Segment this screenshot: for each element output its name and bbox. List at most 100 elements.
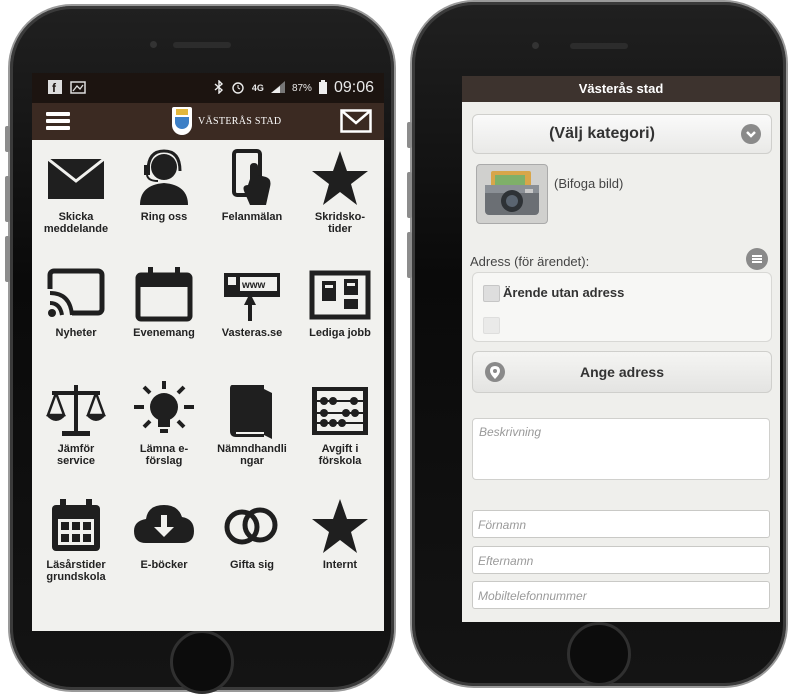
tile-label-line: E-böcker [140, 559, 188, 571]
category-select-value: (Välj kategori) [549, 125, 655, 142]
4g-icon: 4G [251, 83, 264, 93]
brand: VÄSTERÅS STAD [172, 107, 281, 135]
bluetooth-icon [214, 78, 224, 97]
tile-label-line: Lämna e- [139, 443, 189, 455]
tile-skridskotider[interactable]: Skridsko-tider [296, 149, 384, 269]
tile-internt[interactable]: Internt [296, 497, 384, 617]
tile-lasarstider-grundskola[interactable]: Läsårstider grundskola [32, 497, 120, 617]
left-phone: f 4G 87% 09:06 VÄSTERÅS STAD Skicka medd… [5, 6, 394, 694]
mobile-phone-field[interactable]: Mobiltelefonnummer [472, 581, 770, 609]
tile-label-line: tider [328, 223, 352, 235]
category-select[interactable]: (Välj kategori) [472, 114, 772, 154]
svg-text:www: www [241, 280, 266, 291]
mute-switch [407, 122, 412, 148]
tile-label-line: Internt [322, 559, 358, 571]
camera-icon [485, 171, 539, 215]
cast-icon [46, 268, 105, 319]
tile-label-line: Skicka [58, 211, 94, 223]
volume-down-button [5, 236, 10, 282]
cloud-download-icon [134, 505, 194, 543]
tile-label-line: Felanmälan [221, 211, 283, 223]
volume-down-button [407, 232, 412, 278]
tile-ring-oss[interactable]: Ring oss [120, 149, 208, 269]
alarm-icon [231, 80, 245, 97]
clock: 09:06 [333, 79, 374, 96]
menu-icon[interactable] [46, 112, 70, 130]
tile-felanmalan[interactable]: Felanmälan [208, 149, 296, 269]
volume-up-button [5, 176, 10, 222]
tile-lediga-jobb[interactable]: Lediga jobb [296, 265, 384, 385]
tile-lamna-e-forslag[interactable]: Lämna e-förslag [120, 381, 208, 501]
tile-evenemang[interactable]: Evenemang [120, 265, 208, 385]
job-board-icon [309, 270, 371, 320]
star-icon [312, 151, 368, 205]
last-name-field[interactable]: Efternamn [472, 546, 770, 574]
app-header: VÄSTERÅS STAD [32, 103, 384, 140]
tile-label-line: Skridsko- [314, 211, 366, 223]
attach-image-button[interactable] [476, 164, 548, 224]
no-address-checkbox[interactable] [483, 285, 500, 302]
description-textarea[interactable]: Beskrivning [472, 418, 770, 480]
set-address-label: Ange adress [579, 364, 665, 380]
tile-label-line: ngar [240, 455, 264, 467]
tile-skicka-meddelande[interactable]: Skicka meddelande [32, 149, 120, 269]
star-icon [312, 499, 368, 553]
tile-label-line: Gifta sig [229, 559, 274, 571]
tile-label-line: grundskola [46, 571, 106, 583]
address-label: Adress (för ärendet): [470, 254, 590, 269]
abacus-icon [312, 387, 368, 435]
page-title: Västerås stad [462, 76, 780, 102]
tile-label-line: Jämför [57, 443, 95, 455]
status-bar: f 4G 87% 09:06 [32, 73, 384, 103]
no-address-label: Ärende utan adress [503, 285, 625, 300]
front-camera [532, 42, 539, 49]
scales-icon [46, 385, 106, 436]
signal-icon [270, 80, 285, 96]
tile-e-bocker[interactable]: E-böcker [120, 497, 208, 617]
tile-nyheter[interactable]: Nyheter [32, 265, 120, 385]
battery-percent: 87% [291, 82, 312, 94]
tile-label-line: förskola [318, 455, 362, 467]
tile-label-line: Avgift i [321, 443, 359, 455]
tile-namndhandlingar[interactable]: Nämndhandli ngar [208, 381, 296, 501]
tile-label-line: förslag [145, 455, 183, 467]
tile-label-line: Lediga jobb [309, 327, 371, 339]
set-address-button[interactable]: Ange adress [472, 351, 772, 393]
lightbulb-icon [134, 381, 194, 433]
front-camera [150, 41, 157, 48]
envelope-icon[interactable] [340, 109, 372, 133]
coat-of-arms-logo [172, 107, 192, 135]
phone-tap-icon [232, 149, 271, 205]
first-name-field[interactable]: Förnamn [472, 510, 770, 538]
address-options: Ärende utan adress [472, 272, 772, 342]
www-cursor-icon: www [224, 273, 280, 321]
home-button[interactable] [170, 630, 234, 694]
calendar-grid-icon [52, 499, 100, 551]
earpiece-speaker [570, 43, 628, 49]
right-phone: Västerås stad (Välj kategori) (Bifoga bi… [407, 2, 786, 686]
tile-label-line: Läsårstider [46, 559, 106, 571]
battery-icon [318, 79, 327, 97]
secondary-checkbox[interactable] [483, 317, 500, 334]
tile-label-line: service [57, 455, 95, 467]
rings-icon [224, 507, 278, 545]
tile-label-line: Ring oss [140, 211, 188, 223]
tile-jamfor-service[interactable]: Jämför service [32, 381, 120, 501]
attach-image-label: (Bifoga bild) [554, 176, 624, 191]
home-button[interactable] [567, 622, 631, 686]
envelope-icon [47, 157, 105, 199]
calendar-icon [135, 267, 193, 322]
right-screen: Västerås stad (Välj kategori) (Bifoga bi… [462, 76, 780, 622]
tile-avgift-i-forskola[interactable]: Avgift i förskola [296, 381, 384, 501]
headset-person-icon [140, 149, 188, 205]
gallery-icon [70, 80, 86, 97]
left-screen: f 4G 87% 09:06 VÄSTERÅS STAD Skicka medd… [32, 73, 384, 631]
earpiece-speaker [173, 42, 231, 48]
tile-label-line: Evenemang [133, 327, 195, 339]
tile-label-line: Nyheter [55, 327, 97, 339]
list-icon[interactable] [746, 248, 768, 270]
tile-vasteras-se[interactable]: www Vasteras.se [208, 265, 296, 385]
tile-gifta-sig[interactable]: Gifta sig [208, 497, 296, 617]
book-icon [230, 385, 272, 439]
tile-label-line: meddelande [43, 223, 109, 235]
